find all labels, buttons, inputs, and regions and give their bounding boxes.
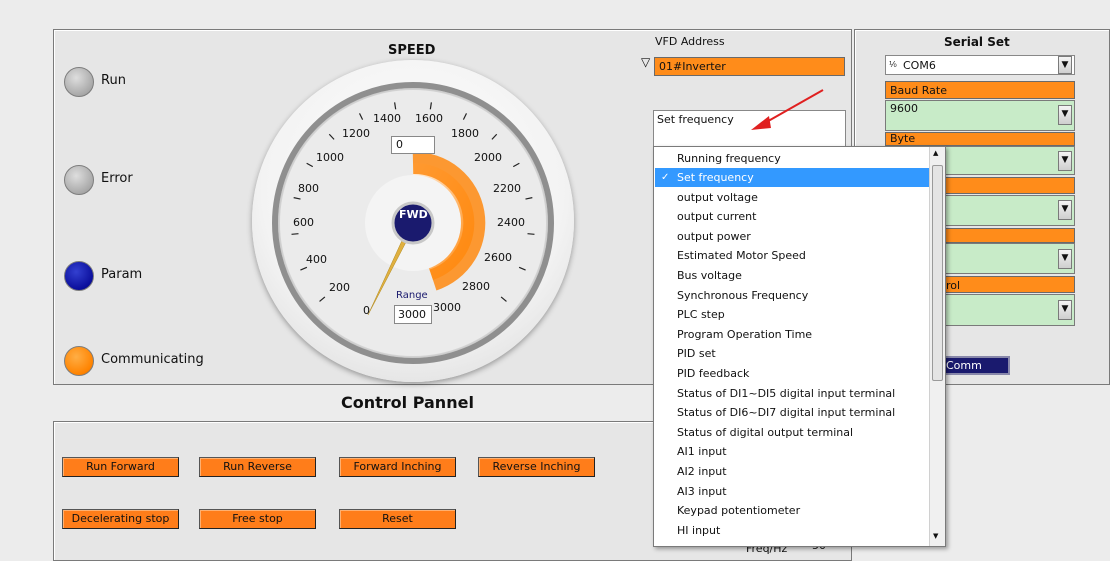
dropdown-item[interactable]: HI input [655, 521, 929, 540]
serial-title: Serial Set [944, 35, 1010, 49]
run-indicator [64, 67, 94, 97]
dropdown-scrollbar[interactable]: ▲ ▼ [929, 147, 945, 546]
gauge-tick [429, 102, 432, 110]
scroll-down-icon[interactable]: ▼ [933, 532, 938, 540]
gauge-value-field[interactable]: 0 [391, 136, 435, 154]
annotation-arrow [751, 89, 824, 130]
tick-600: 600 [293, 216, 314, 229]
run-reverse-button[interactable]: Run Reverse [199, 457, 316, 477]
gauge-tick [306, 162, 314, 168]
port-io-icon: ⅟₀ [889, 60, 897, 69]
gauge-tick [527, 233, 535, 235]
vfd-address-label: VFD Address [655, 35, 725, 48]
gauge-tick [512, 162, 520, 168]
dropdown-item[interactable]: output voltage [655, 188, 929, 207]
gauge-tick [394, 102, 397, 110]
communicating-label: Communicating [101, 352, 204, 367]
tick-2600: 2600 [484, 251, 512, 264]
reset-button[interactable]: Reset [339, 509, 456, 529]
tick-1000: 1000 [316, 151, 344, 164]
forward-inching-button[interactable]: Forward Inching [339, 457, 456, 477]
range-field[interactable]: 3000 [394, 305, 432, 324]
dropdown-item[interactable]: PID set [655, 344, 929, 363]
check-icon: ✓ [661, 172, 670, 183]
gauge-tick [500, 296, 507, 302]
gauge-tick [291, 233, 299, 235]
dropdown-item[interactable]: Status of DI6~DI7 digital input terminal [655, 403, 929, 422]
tick-3000: 3000 [433, 301, 461, 314]
scroll-thumb[interactable] [932, 165, 943, 381]
gauge-tick [328, 133, 335, 140]
dropdown-item[interactable]: AI1 input [655, 442, 929, 461]
dropdown-item[interactable]: Status of DI1~DI5 digital input terminal [655, 384, 929, 403]
gauge-tick [525, 197, 533, 200]
flow-control-dropdown-icon[interactable]: ▼ [1058, 300, 1072, 320]
tick-800: 800 [298, 182, 319, 195]
scroll-up-icon[interactable]: ▲ [933, 149, 938, 157]
gauge-tick [293, 197, 301, 200]
dropdown-item[interactable]: output current [655, 207, 929, 226]
dropdown-item[interactable]: Synchronous Frequency [655, 286, 929, 305]
run-label: Run [101, 73, 126, 88]
baud-label: Baud Rate [885, 81, 1075, 99]
byte-dropdown-icon[interactable]: ▼ [1058, 151, 1072, 171]
stopbit-dropdown-icon[interactable]: ▼ [1058, 249, 1072, 269]
port-select[interactable]: ⅟₀ COM6 [885, 55, 1075, 75]
error-label: Error [101, 171, 133, 186]
tick-2400: 2400 [497, 216, 525, 229]
port-value: COM6 [903, 59, 936, 72]
dropdown-item[interactable]: AI3 input [655, 482, 929, 501]
param-indicator [64, 261, 94, 291]
fwd-label: FWD [399, 208, 428, 221]
dropdown-item[interactable]: Running frequency [655, 149, 929, 168]
tick-400: 400 [306, 253, 327, 266]
vfd-ring-icon[interactable]: ▽ [641, 56, 650, 68]
dropdown-item[interactable]: PLC step [655, 305, 929, 324]
dropdown-item[interactable]: Keypad potentiometer [655, 501, 929, 520]
tick-2800: 2800 [462, 280, 490, 293]
control-title: Control Pannel [341, 393, 474, 412]
range-label: Range [396, 290, 428, 301]
param-label: Param [101, 267, 143, 282]
vfd-address-field[interactable]: 01#Inverter [654, 57, 845, 76]
tick-2200: 2200 [493, 182, 521, 195]
dropdown-item[interactable]: output power [655, 227, 929, 246]
dropdown-item[interactable]: Status of digital output terminal [655, 423, 929, 442]
decelerating-stop-button[interactable]: Decelerating stop [62, 509, 179, 529]
tick-1800: 1800 [451, 127, 479, 140]
display-dropdown-list[interactable]: Running frequency ✓ Set frequency output … [653, 146, 946, 547]
flow-control-text: rol [946, 279, 961, 292]
tick-2000: 2000 [474, 151, 502, 164]
baud-field[interactable]: 9600 [885, 100, 1075, 131]
gauge-tick [518, 266, 526, 271]
free-stop-button[interactable]: Free stop [199, 509, 316, 529]
tick-200: 200 [329, 281, 350, 294]
baud-dropdown-icon[interactable]: ▼ [1058, 105, 1072, 125]
tick-1600: 1600 [415, 112, 443, 125]
run-forward-button[interactable]: Run Forward [62, 457, 179, 477]
dropdown-item[interactable]: AI2 input [655, 462, 929, 481]
dropdown-item-selected[interactable]: ✓ Set frequency [655, 168, 929, 187]
dropdown-item[interactable]: PID feedback [655, 364, 929, 383]
tick-0: 0 [363, 304, 370, 317]
dropdown-item[interactable]: Estimated Motor Speed [655, 246, 929, 265]
gauge-tick [491, 133, 498, 140]
parity-dropdown-icon[interactable]: ▼ [1058, 200, 1072, 220]
gauge-tick [462, 113, 468, 120]
byte-label: Byte [885, 132, 1075, 146]
communicating-indicator [64, 346, 94, 376]
gauge-tick [319, 296, 326, 302]
gauge-title: SPEED [388, 43, 436, 58]
comm-button-label: Comm [946, 359, 982, 372]
reverse-inching-button[interactable]: Reverse Inching [478, 457, 595, 477]
error-indicator [64, 165, 94, 195]
gauge-tick [358, 113, 364, 120]
dropdown-item[interactable]: Program Operation Time [655, 325, 929, 344]
gauge-tick [300, 266, 308, 271]
tick-1400: 1400 [373, 112, 401, 125]
port-dropdown-icon[interactable]: ▼ [1058, 56, 1072, 74]
dropdown-item[interactable]: Bus voltage [655, 266, 929, 285]
tick-1200: 1200 [342, 127, 370, 140]
